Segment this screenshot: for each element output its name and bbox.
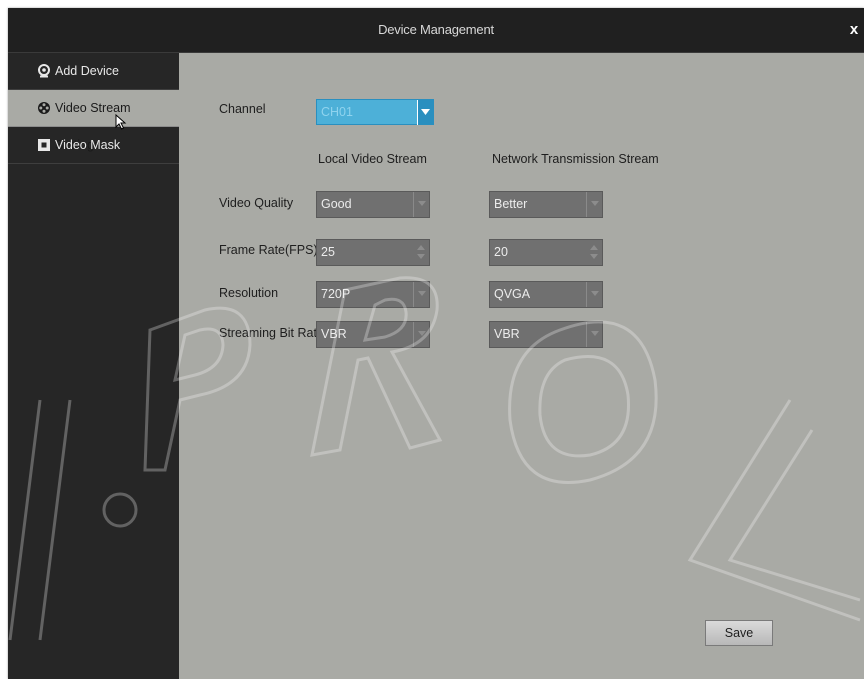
- webcam-icon: [37, 64, 51, 78]
- sidebar-item-video-mask[interactable]: Video Mask: [8, 127, 179, 164]
- content-panel: Channel CH01 Local Video Stream Network …: [179, 53, 864, 679]
- channel-label: Channel: [219, 102, 266, 116]
- network-bit-rate-value: VBR: [494, 327, 520, 341]
- sidebar-item-add-device[interactable]: Add Device: [8, 53, 179, 90]
- local-resolution-value: 720P: [321, 287, 351, 301]
- local-resolution-dropdown[interactable]: 720P: [316, 281, 430, 308]
- chevron-down-icon: [586, 282, 602, 307]
- channel-dropdown[interactable]: CH01: [316, 99, 434, 125]
- title-bar: Device Management x: [8, 8, 864, 53]
- mask-square-icon: [37, 138, 51, 152]
- network-video-quality-value: Better: [494, 197, 528, 211]
- network-bit-rate-dropdown[interactable]: VBR: [489, 321, 603, 348]
- local-frame-rate-value: 25: [321, 245, 335, 259]
- sidebar-item-video-stream-settings[interactable]: Video Stream Settings: [8, 90, 179, 152]
- sidebar: Add Device Video Stream Settings Video M…: [8, 53, 179, 679]
- film-reel-icon: [37, 101, 51, 115]
- chevron-down-icon: [413, 192, 429, 217]
- sidebar-item-label: Video Mask: [55, 138, 121, 152]
- save-button[interactable]: Save: [705, 620, 773, 646]
- local-video-quality-value: Good: [321, 197, 352, 211]
- network-frame-rate-spinner[interactable]: 20: [489, 239, 603, 266]
- window-title: Device Management: [378, 22, 494, 37]
- sidebar-item-label: Add Device: [55, 64, 119, 78]
- network-resolution-value: QVGA: [494, 287, 531, 301]
- device-management-window: Device Management x Add Device Video Str…: [8, 8, 864, 679]
- spinner-arrows-icon: [413, 240, 429, 265]
- chevron-down-icon: [417, 100, 433, 125]
- local-video-quality-dropdown[interactable]: Good: [316, 191, 430, 218]
- chevron-down-icon: [413, 282, 429, 307]
- network-stream-header: Network Transmission Stream: [492, 152, 659, 166]
- close-button[interactable]: x: [844, 18, 864, 42]
- network-frame-rate-value: 20: [494, 245, 508, 259]
- streaming-bit-rate-label: Streaming Bit Rate: [219, 326, 324, 340]
- resolution-label: Resolution: [219, 286, 279, 300]
- local-frame-rate-spinner[interactable]: 25: [316, 239, 430, 266]
- mouse-cursor-icon: [115, 113, 127, 130]
- network-video-quality-dropdown[interactable]: Better: [489, 191, 603, 218]
- local-bit-rate-value: VBR: [321, 327, 347, 341]
- video-quality-label: Video Quality: [219, 196, 294, 210]
- chevron-down-icon: [413, 322, 429, 347]
- network-resolution-dropdown[interactable]: QVGA: [489, 281, 603, 308]
- chevron-down-icon: [586, 322, 602, 347]
- chevron-down-icon: [586, 192, 602, 217]
- frame-rate-label: Frame Rate(FPS): [219, 243, 318, 257]
- local-stream-header: Local Video Stream: [318, 152, 427, 166]
- channel-value: CH01: [321, 105, 353, 119]
- local-bit-rate-dropdown[interactable]: VBR: [316, 321, 430, 348]
- spinner-arrows-icon: [586, 240, 602, 265]
